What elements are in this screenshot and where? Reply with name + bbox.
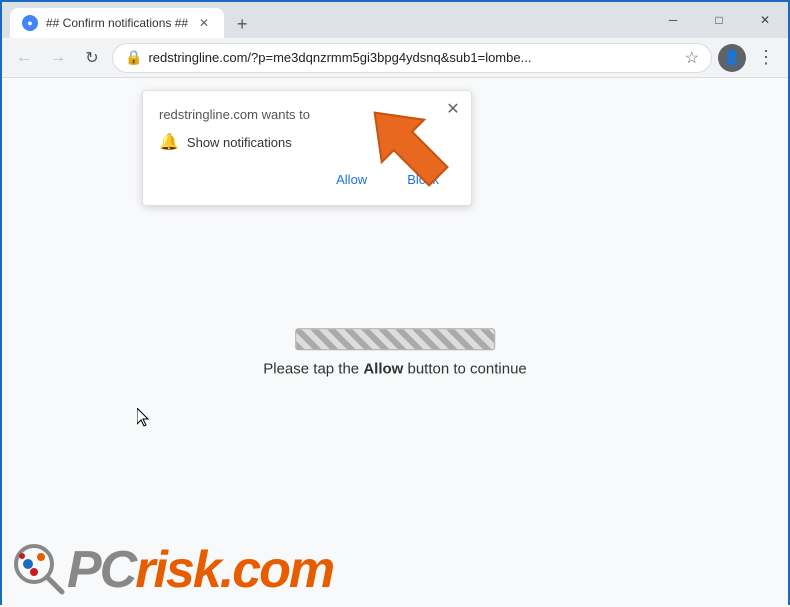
arrow-indicator [360, 93, 460, 208]
tap-allow-bold: Allow [363, 360, 403, 377]
forward-button[interactable]: → [44, 44, 72, 72]
pcrisk-text-container: PCrisk.com [67, 544, 333, 596]
new-tab-button[interactable]: + [228, 10, 256, 38]
window-minimize-button[interactable]: ─ [650, 2, 696, 38]
page-main-content: Please tap the Allow button to continue [263, 328, 527, 377]
tab-close-button[interactable]: ✕ [196, 15, 212, 31]
orange-arrow-svg [360, 93, 460, 203]
pc-text: PC [67, 541, 135, 599]
tab-favicon: ● [22, 15, 38, 31]
profile-icon: 👤 [723, 49, 740, 66]
back-button[interactable]: ← [10, 44, 38, 72]
tab-title: ## Confirm notifications ## [46, 16, 188, 30]
tap-instruction: Please tap the Allow button to continue [263, 360, 527, 377]
window-close-button[interactable]: ✕ [742, 2, 788, 38]
pcrisk-logo: PCrisk.com [12, 542, 333, 597]
popup-notification-text: Show notifications [187, 135, 292, 150]
address-omnibox[interactable]: 🔒 redstringline.com/?p=me3dqnzrmm5gi3bpg… [112, 43, 712, 73]
tap-text-before: Please tap the [263, 360, 363, 377]
address-bar: ← → ↻ 🔒 redstringline.com/?p=me3dqnzrmm5… [2, 38, 788, 78]
title-bar: ● ## Confirm notifications ## ✕ + ─ □ ✕ [2, 2, 788, 38]
bookmark-star-icon[interactable]: ☆ [685, 48, 699, 68]
window-maximize-button[interactable]: □ [696, 2, 742, 38]
reload-button[interactable]: ↻ [78, 44, 106, 72]
browser-content: ✕ redstringline.com wants to 🔔 Show noti… [2, 78, 788, 607]
profile-button[interactable]: 👤 [718, 44, 746, 72]
pcrisk-icon-svg [12, 542, 67, 597]
lock-icon: 🔒 [125, 49, 142, 66]
url-text: redstringline.com/?p=me3dqnzrmm5gi3bpg4y… [148, 50, 678, 65]
progress-bar [295, 328, 495, 350]
risk-text: risk.com [135, 541, 333, 599]
active-tab[interactable]: ● ## Confirm notifications ## ✕ [10, 8, 224, 38]
bell-icon: 🔔 [159, 132, 179, 152]
chrome-menu-button[interactable]: ⋮ [752, 44, 780, 72]
mouse-cursor [137, 408, 151, 428]
tap-text-after: button to continue [403, 360, 526, 377]
